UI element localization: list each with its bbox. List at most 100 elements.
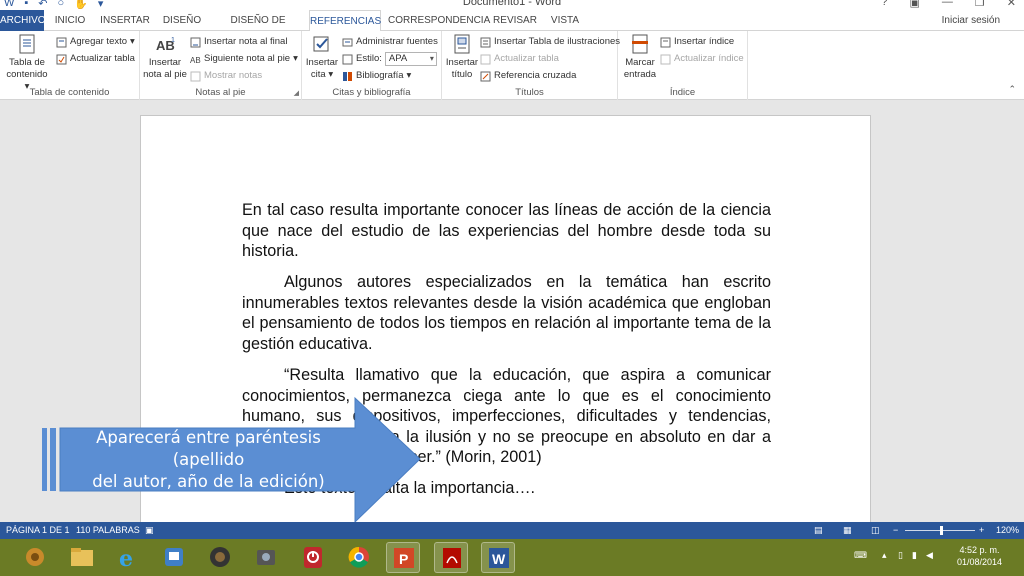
- tab-mailings[interactable]: CORRESPONDENCIA: [388, 10, 490, 31]
- word-icon[interactable]: W: [481, 542, 515, 573]
- caption-label-2: título: [451, 69, 473, 80]
- cross-reference-button[interactable]: Referencia cruzada: [480, 68, 576, 84]
- manage-sources-label: Administrar fuentes: [356, 36, 438, 47]
- file-explorer-icon[interactable]: [65, 542, 99, 573]
- add-text-label: Agregar texto: [70, 36, 128, 47]
- chrome-icon[interactable]: [342, 542, 376, 573]
- media-player-icon[interactable]: [18, 542, 52, 573]
- dialog-launcher-icon[interactable]: ◢: [294, 89, 299, 97]
- title-bar: W ▪ ↶ ○ ✋ ▾ Documento1 - Word ? ▣ — ❐ ✕: [0, 0, 1024, 10]
- battery-icon[interactable]: ▯: [898, 550, 903, 561]
- page-count[interactable]: PÁGINA 1 DE 1: [6, 522, 70, 539]
- insert-index-button[interactable]: Insertar índice: [660, 34, 734, 50]
- citation-style-control[interactable]: Estilo: APA: [342, 51, 437, 67]
- add-text-button[interactable]: Agregar texto ▾: [56, 34, 135, 50]
- update-toc-button[interactable]: Actualizar tabla: [56, 51, 135, 67]
- tab-home[interactable]: INICIO: [50, 10, 90, 31]
- insert-footnote-button[interactable]: AB 1 Insertar nota al pie: [142, 33, 188, 81]
- network-icon[interactable]: ▮: [912, 550, 917, 561]
- footnote-label-1: Insertar: [148, 57, 182, 68]
- zoom-out-button[interactable]: −: [893, 522, 898, 539]
- ribbon-display-button[interactable]: ▣: [910, 0, 920, 9]
- cross-reference-icon: [480, 71, 491, 81]
- taskbar-clock[interactable]: 4:52 p. m. 01/08/2014: [957, 544, 1002, 568]
- style-label: Estilo:: [356, 53, 382, 64]
- ribbon: Tabla de contenido ▾ Agregar texto ▾ Act…: [0, 31, 1024, 100]
- show-notes-button[interactable]: Mostrar notas: [190, 68, 262, 84]
- bibliography-icon: [343, 71, 352, 81]
- speaker-icon[interactable]: [203, 542, 237, 573]
- read-mode-icon[interactable]: ▤: [814, 522, 823, 539]
- update-index-icon: [660, 54, 671, 64]
- manage-sources-button[interactable]: Administrar fuentes: [342, 34, 438, 50]
- group-footnotes: AB 1 Insertar nota al pie Insertar nota a…: [140, 31, 302, 100]
- table-of-contents-button[interactable]: Tabla de contenido ▾: [4, 33, 50, 93]
- web-layout-icon[interactable]: ◫: [871, 522, 880, 539]
- mark-entry-icon: [632, 34, 648, 54]
- close-button[interactable]: ✕: [1007, 0, 1016, 9]
- svg-text:P: P: [399, 551, 408, 567]
- taskbar: e P W ⌨ ▴ ▯ ▮ ◀ 4:52 p. m. 01/08/2014: [0, 539, 1024, 576]
- insert-citation-button[interactable]: Insertar cita ▾: [304, 33, 340, 81]
- toc-label-2: contenido: [6, 69, 48, 80]
- add-text-icon: [56, 37, 67, 47]
- bibliography-label: Bibliografía: [356, 70, 404, 81]
- clock-date: 01/08/2014: [956, 557, 1002, 567]
- insert-table-of-figures-button[interactable]: Insertar Tabla de ilustraciones: [480, 34, 620, 50]
- monitor-icon[interactable]: [157, 542, 191, 573]
- zoom-in-button[interactable]: +: [979, 522, 984, 539]
- print-layout-icon[interactable]: ▦: [843, 522, 852, 539]
- paragraph-2[interactable]: Algunos autores especializados en la tem…: [242, 272, 771, 354]
- word-count[interactable]: 110 PALABRAS: [76, 522, 140, 539]
- group-index: Marcar entrada Insertar índice Actualiza…: [618, 31, 748, 100]
- sign-in-link[interactable]: Iniciar sesión: [942, 10, 1000, 31]
- footnote-label-2: nota al pie: [143, 69, 187, 80]
- tab-review[interactable]: REVISAR: [492, 10, 538, 31]
- volume-icon[interactable]: ◀: [926, 550, 933, 561]
- tab-file[interactable]: ARCHIVO: [0, 10, 46, 31]
- tab-page-layout[interactable]: DISEÑO DE PÁGINA: [212, 10, 304, 47]
- power-icon[interactable]: [296, 542, 330, 573]
- internet-explorer-icon[interactable]: e: [111, 542, 145, 573]
- collapse-ribbon-icon[interactable]: ⌃: [1008, 84, 1016, 95]
- zoom-level[interactable]: 120%: [996, 522, 1019, 539]
- next-footnote-button[interactable]: AB Siguiente nota al pie ▾: [190, 51, 298, 67]
- group-label-captions: Títulos: [515, 87, 544, 98]
- show-hidden-icons-icon[interactable]: ▴: [882, 550, 887, 561]
- callout-line-1: Aparecerá entre paréntesis (apellido: [96, 428, 321, 469]
- camera-icon[interactable]: [249, 542, 283, 573]
- bibliography-button[interactable]: Bibliografía ▾: [342, 68, 411, 84]
- table-of-contents-icon: [19, 34, 35, 54]
- clock-time: 4:52 p. m.: [959, 545, 1000, 555]
- tab-insert[interactable]: INSERTAR: [98, 10, 152, 31]
- style-select[interactable]: APA: [384, 52, 437, 66]
- mark-entry-button[interactable]: Marcar entrada: [620, 33, 660, 81]
- restore-button[interactable]: ❐: [975, 0, 985, 9]
- tab-view[interactable]: VISTA: [546, 10, 584, 31]
- powerpoint-icon[interactable]: P: [386, 542, 420, 573]
- minimize-button[interactable]: —: [942, 0, 953, 9]
- keyboard-icon[interactable]: ⌨: [854, 550, 867, 561]
- group-label-citations: Citas y bibliografía: [332, 87, 411, 98]
- insert-caption-button[interactable]: Insertar título: [444, 33, 480, 81]
- zoom-slider-thumb[interactable]: [940, 526, 943, 535]
- update-figures-table-button[interactable]: Actualizar tabla: [480, 51, 559, 67]
- ribbon-tabs: ARCHIVO INICIO INSERTAR DISEÑO DISEÑO DE…: [0, 10, 1024, 47]
- window-title: Documento1 - Word: [462, 0, 562, 8]
- insert-endnote-button[interactable]: Insertar nota al final: [190, 34, 287, 50]
- citation-label-1: Insertar: [305, 57, 339, 68]
- manage-sources-icon: [342, 38, 353, 46]
- mark-entry-label-1: Marcar: [625, 57, 655, 68]
- tab-design[interactable]: DISEÑO: [160, 10, 204, 31]
- acrobat-icon[interactable]: [434, 542, 468, 573]
- paragraph-1[interactable]: En tal caso resulta importante conocer l…: [242, 200, 771, 262]
- tab-references[interactable]: REFERENCIAS: [309, 10, 381, 32]
- update-index-button[interactable]: Actualizar índice: [660, 51, 744, 67]
- proofing-icon[interactable]: ▣: [145, 522, 154, 539]
- svg-text:e: e: [119, 546, 133, 572]
- group-table-of-contents: Tabla de contenido ▾ Agregar texto ▾ Act…: [0, 31, 140, 100]
- update-index-label: Actualizar índice: [674, 53, 744, 64]
- help-button[interactable]: ?: [881, 0, 887, 9]
- group-label-footnotes: Notas al pie: [195, 87, 246, 98]
- update-icon: [56, 54, 67, 64]
